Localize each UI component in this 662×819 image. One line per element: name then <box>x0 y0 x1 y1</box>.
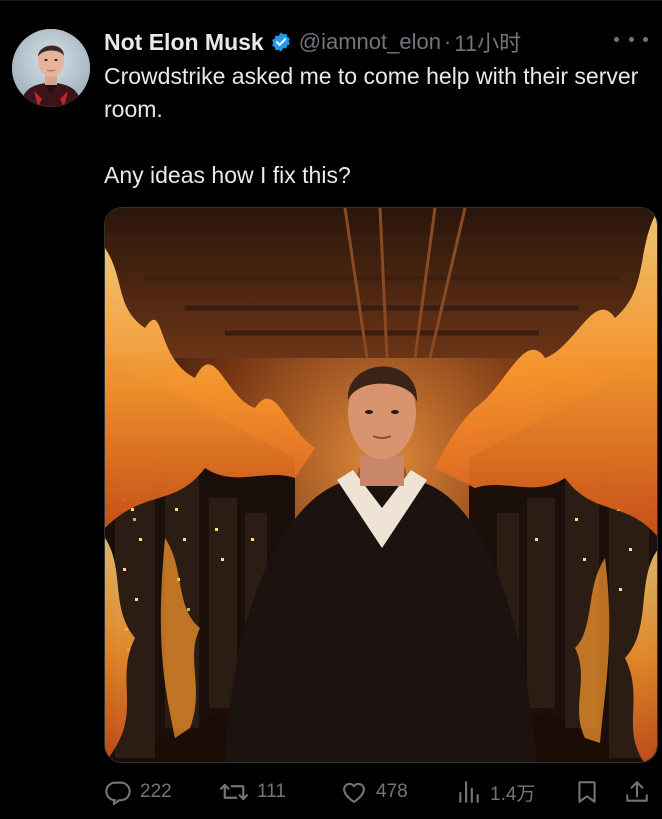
retweet-button[interactable]: 111 <box>219 772 286 812</box>
header-separator: · <box>443 29 452 54</box>
like-button[interactable]: 478 <box>340 772 408 812</box>
author-name[interactable]: Not Elon Musk <box>104 29 264 56</box>
server-room-fire-image <box>105 208 657 762</box>
reply-count: 222 <box>140 781 172 802</box>
tweet-text-line: Any ideas how I fix this? <box>104 162 351 188</box>
retweet-icon <box>219 778 249 806</box>
share-icon <box>624 778 650 806</box>
author-handle[interactable]: @iamnot_elon <box>299 29 441 55</box>
tweet-header: Not Elon Musk @iamnot_elon · 11小时 <box>104 26 521 58</box>
bookmark-icon <box>574 778 600 806</box>
views-button[interactable]: 1.4万 <box>456 772 535 812</box>
avatar[interactable] <box>12 29 90 107</box>
avatar-image <box>12 29 90 107</box>
tweet-timestamp[interactable]: 11小时 <box>454 26 521 58</box>
like-count: 478 <box>376 781 408 802</box>
bookmark-button[interactable] <box>574 772 600 812</box>
top-divider <box>0 0 662 1</box>
reply-button[interactable]: 222 <box>104 772 172 812</box>
tweet-text-line: Crowdstrike asked me to come help with t… <box>104 63 639 122</box>
like-icon <box>340 778 368 806</box>
views-count: 1.4万 <box>490 783 536 805</box>
retweet-count: 111 <box>257 781 286 802</box>
tweet-media-image[interactable] <box>104 207 658 763</box>
more-options-icon[interactable] <box>614 28 648 50</box>
share-button[interactable] <box>624 772 650 812</box>
tweet-text: Crowdstrike asked me to come help with t… <box>104 60 644 192</box>
views-icon <box>456 778 482 806</box>
tweet-action-bar: 222 111 478 1.4万 <box>104 772 658 812</box>
reply-icon <box>104 778 132 806</box>
verified-badge-icon <box>270 31 292 53</box>
